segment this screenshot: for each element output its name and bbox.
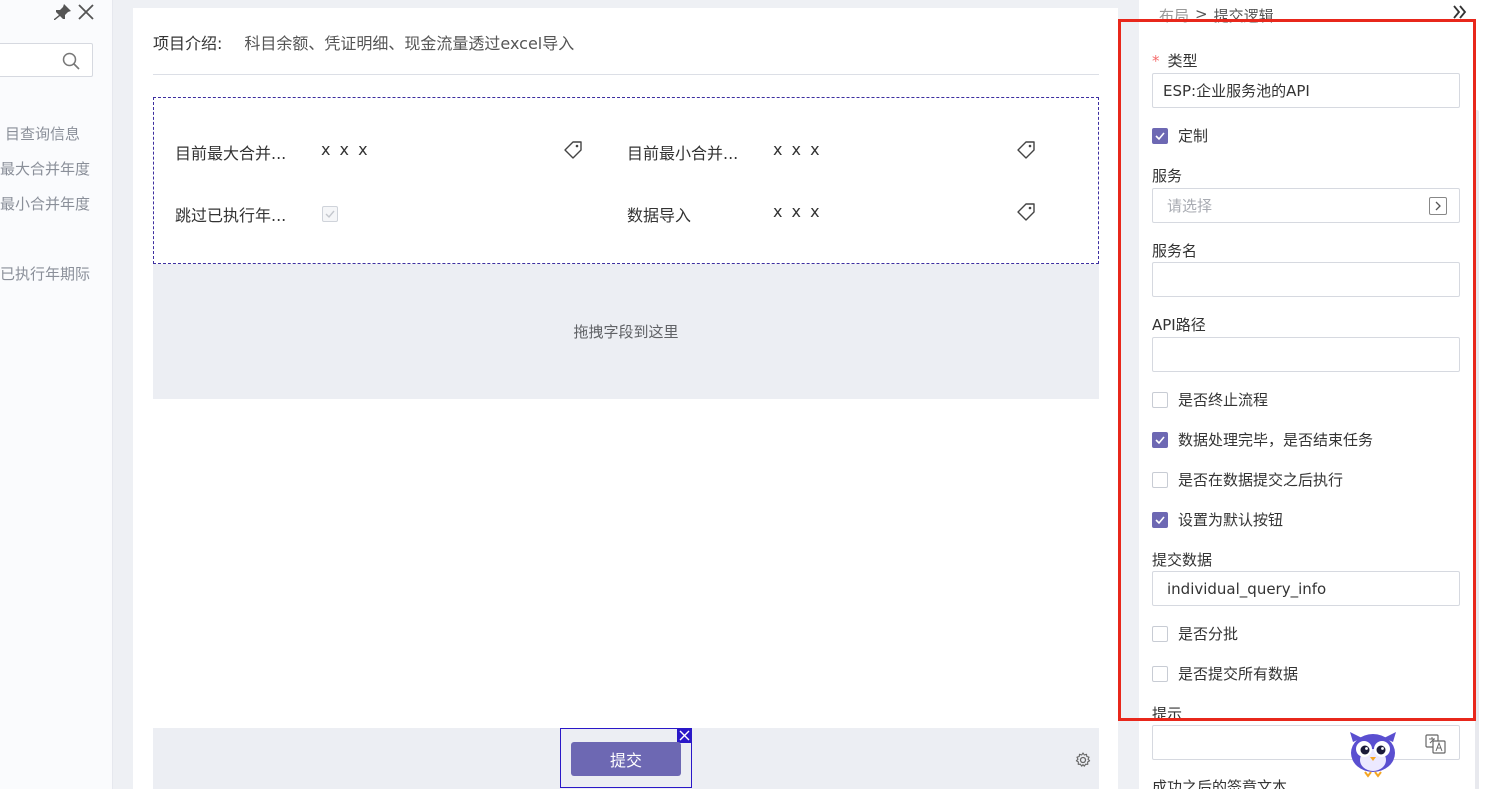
tip-input[interactable] — [1152, 725, 1460, 760]
checkbox-box[interactable] — [1152, 665, 1168, 682]
field-label: 跳过已执行年... — [175, 206, 287, 225]
field-list-item[interactable]: 已执行年期际 — [0, 263, 90, 284]
collapse-panel-icon[interactable] — [1452, 4, 1468, 24]
checkbox-label: 设置为默认按钮 — [1178, 511, 1284, 529]
type-select[interactable]: ESP:企业服务池的API — [1152, 73, 1460, 108]
checkbox-label: 定制 — [1178, 127, 1209, 145]
checkbox-box[interactable] — [1152, 511, 1168, 528]
checkbox-label: 数据处理完毕，是否结束任务 — [1178, 431, 1374, 449]
tag-icon[interactable] — [564, 141, 582, 163]
service-label: 服务 — [1152, 167, 1183, 185]
property-panel: 布局 > 提交逻辑 * 类型 ESP:企业服务池的API 定制 服务 请选择 服务… — [1139, 0, 1486, 789]
divider — [153, 74, 1099, 75]
checkbox-label: 是否分批 — [1178, 625, 1239, 643]
assistant-owl-icon[interactable] — [1346, 730, 1400, 782]
checkbox-box[interactable] — [1152, 431, 1168, 448]
tag-icon[interactable] — [1017, 141, 1035, 163]
tag-icon[interactable] — [1017, 203, 1035, 225]
checkbox-box[interactable] — [1152, 391, 1168, 408]
select-arrow-icon[interactable] — [1429, 197, 1447, 215]
field-drop-zone[interactable]: 拖拽字段到这里 — [153, 264, 1099, 399]
field-label: 目前最大合并... — [175, 144, 287, 163]
intro-label: 项目介绍: — [153, 34, 223, 53]
breadcrumb-current: 提交逻辑 — [1213, 7, 1274, 25]
service-name-input[interactable] — [1152, 262, 1460, 297]
api-path-label: API路径 — [1152, 316, 1206, 334]
translate-icon[interactable] — [1425, 734, 1447, 758]
default-button-checkbox[interactable]: 设置为默认按钮 — [1152, 509, 1283, 530]
field-label: 目前最小合并... — [627, 144, 739, 163]
field-list-item[interactable]: 最大合并年度 — [0, 158, 90, 179]
checkbox-label: 是否终止流程 — [1178, 391, 1269, 409]
remove-icon[interactable] — [677, 728, 692, 743]
batch-checkbox[interactable]: 是否分批 — [1152, 623, 1238, 644]
form-section[interactable]: 目前最大合并... x x x 目前最小合并... x x x 跳过已执行年..… — [153, 97, 1099, 264]
service-name-label: 服务名 — [1152, 242, 1198, 260]
terminate-flow-checkbox[interactable]: 是否终止流程 — [1152, 389, 1268, 410]
field-label: 数据导入 — [627, 206, 692, 225]
design-canvas: 项目介绍: 科目余额、凭证明细、现金流量透过excel导入 目前最大合并... … — [133, 8, 1118, 789]
field-value: x x x — [773, 202, 822, 221]
submit-data-input[interactable]: individual_query_info — [1152, 571, 1460, 606]
submit-all-checkbox[interactable]: 是否提交所有数据 — [1152, 663, 1298, 684]
drop-zone-text: 拖拽字段到这里 — [573, 323, 679, 341]
field-search-input[interactable] — [0, 43, 93, 77]
intro-value: 科目余额、凭证明细、现金流量透过excel导入 — [244, 34, 575, 53]
field-list-item[interactable]: 目查询信息 — [5, 123, 80, 144]
checkbox-label: 是否提交所有数据 — [1178, 665, 1299, 683]
action-bar: 提交 — [153, 728, 1099, 789]
field-list-panel: 目查询信息 最大合并年度 最小合并年度 已执行年期际 — [0, 0, 113, 789]
panel-gutter — [113, 0, 133, 789]
field-value: x x x — [773, 140, 822, 159]
breadcrumb-separator: > — [1195, 5, 1208, 23]
project-intro: 项目介绍: 科目余额、凭证明细、现金流量透过excel导入 — [153, 30, 574, 54]
type-label: * 类型 — [1152, 52, 1198, 70]
service-select[interactable]: 请选择 — [1152, 188, 1460, 223]
pin-icon[interactable] — [54, 3, 72, 25]
tip-label: 提示 — [1152, 705, 1183, 723]
required-mark: * — [1152, 52, 1160, 70]
scrollbar[interactable] — [1475, 110, 1479, 789]
custom-checkbox[interactable]: 定制 — [1152, 125, 1208, 146]
field-value: x x x — [321, 140, 370, 159]
api-path-input[interactable] — [1152, 337, 1460, 372]
breadcrumb: 布局 > 提交逻辑 — [1159, 5, 1274, 26]
checkbox-label: 是否在数据提交之后执行 — [1178, 471, 1344, 489]
checkbox-box[interactable] — [1152, 471, 1168, 488]
close-icon[interactable] — [78, 4, 94, 24]
checkbox-box[interactable] — [1152, 127, 1168, 144]
success-text-label: 成功之后的签章文本 — [1152, 778, 1288, 789]
selected-button-frame[interactable]: 提交 — [560, 728, 692, 788]
field-list-item[interactable]: 最小合并年度 — [0, 193, 90, 214]
run-after-submit-checkbox[interactable]: 是否在数据提交之后执行 — [1152, 469, 1343, 490]
breadcrumb-parent[interactable]: 布局 — [1159, 5, 1189, 26]
submit-button[interactable]: 提交 — [571, 742, 681, 776]
gear-icon[interactable] — [1075, 752, 1091, 772]
end-task-checkbox[interactable]: 数据处理完毕，是否结束任务 — [1152, 429, 1373, 450]
readonly-checkbox — [322, 206, 338, 222]
submit-data-label: 提交数据 — [1152, 551, 1213, 569]
search-icon[interactable] — [62, 52, 80, 70]
panel-actions — [54, 3, 94, 25]
checkbox-box[interactable] — [1152, 625, 1168, 642]
